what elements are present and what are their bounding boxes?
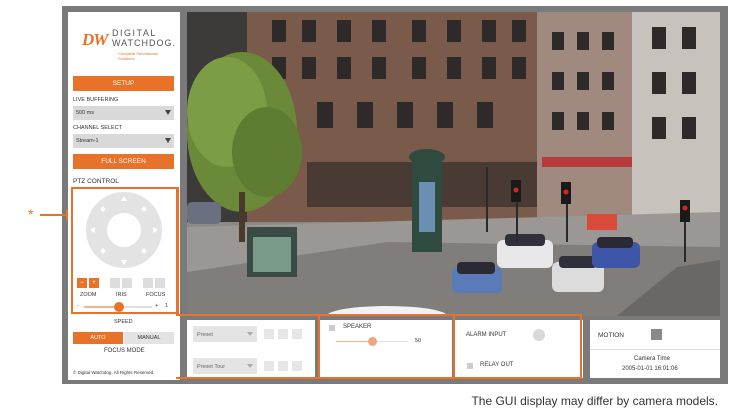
live-video-view[interactable] (187, 12, 720, 316)
logo-mark: DW (82, 30, 108, 49)
chevron-down-icon (165, 110, 171, 115)
divider-line (318, 316, 320, 378)
ptz-joystick-center[interactable] (107, 213, 141, 247)
speed-slider-handle[interactable] (114, 302, 124, 312)
focus-mode-label: FOCUS MODE (104, 348, 145, 354)
focus-manual-button[interactable]: MANUAL (124, 332, 174, 344)
focus-near-button[interactable] (143, 278, 153, 288)
motion-label: MOTION (598, 332, 624, 339)
callout-arrow-line (40, 214, 68, 216)
setup-button[interactable]: SETUP (73, 76, 174, 91)
camera-time-value: 2005-01-01 16:01:06 (622, 366, 678, 372)
connector-highlight-outline (176, 187, 178, 316)
controls-highlight-outline (176, 314, 582, 379)
logo-line1: DIGITAL (112, 28, 157, 38)
street-scene-image (187, 12, 720, 316)
fullscreen-button[interactable]: FULL SCREEN (73, 154, 174, 169)
channel-select[interactable]: Stream-1 (73, 134, 174, 148)
iris-open-button[interactable] (122, 278, 132, 288)
speed-slider-fill (84, 306, 118, 308)
zoom-label: ZOOM (80, 292, 97, 298)
speed-minus-icon: - (77, 303, 79, 309)
logo-tagline: Complete Surveillance Solutions (118, 51, 159, 61)
motion-indicator-icon (651, 329, 662, 340)
live-buffering-label: LIVE BUFFERING (73, 97, 119, 103)
zoom-in-button[interactable]: + (89, 278, 99, 288)
pan-right-icon[interactable] (153, 227, 158, 233)
iris-label: IRIS (116, 292, 127, 298)
channel-select-value: Stream-1 (76, 138, 99, 144)
speed-max-value: 1 (165, 303, 169, 309)
pan-down-icon[interactable] (121, 260, 127, 265)
ptz-control-label: PTZ CONTROL (73, 178, 119, 185)
channel-select-label: CHANNEL SELECT (73, 125, 123, 131)
camera-time-label: Camera Time (634, 356, 671, 362)
speed-plus-icon: + (155, 303, 159, 309)
speed-label: SPEED (114, 319, 133, 325)
live-buffering-value: 500 ms (76, 110, 95, 116)
zoom-out-button[interactable]: − (77, 278, 87, 288)
focus-auto-button[interactable]: AUTO (73, 332, 123, 344)
focus-far-button[interactable] (155, 278, 165, 288)
logo-line2: WATCHDOG. (112, 38, 176, 48)
pan-left-icon[interactable] (90, 227, 95, 233)
chevron-down-icon (165, 138, 171, 143)
copyright-text: © Digital Watchdog. All Rights Reserved. (73, 370, 155, 375)
focus-label: FOCUS (146, 292, 166, 298)
motion-divider (590, 349, 720, 350)
pan-up-icon[interactable] (121, 196, 127, 201)
divider-line (453, 316, 455, 378)
asterisk-marker: * (28, 206, 34, 222)
digital-watchdog-logo: DW DIGITAL WATCHDOG. Complete Surveillan… (82, 26, 175, 61)
iris-close-button[interactable] (110, 278, 120, 288)
gui-caption: The GUI display may differ by camera mod… (471, 394, 718, 408)
live-buffering-select[interactable]: 500 ms (73, 106, 174, 120)
